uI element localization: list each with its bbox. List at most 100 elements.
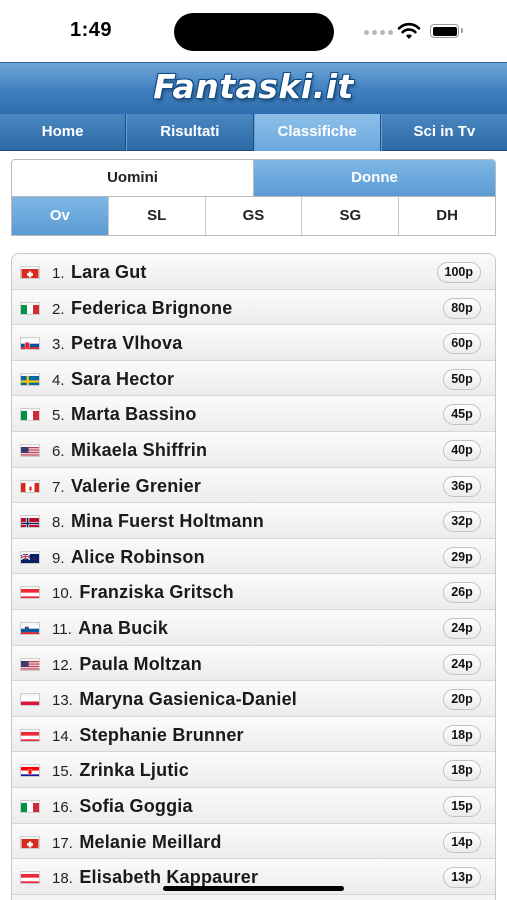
flag-norway-icon [20,515,40,529]
flag-austria-icon [20,728,40,742]
athlete-name: Ana Bucik [78,617,169,638]
main-nav: Home Risultati Classifiche Sci in Tv [0,114,507,151]
rank-position: 5. [52,407,65,425]
rank-position: 8. [52,514,65,532]
ranking-row[interactable]: 4. Sara Hector 50p [12,360,495,397]
rank-position: 3. [52,336,65,354]
athlete-name: Melanie Meillard [79,831,222,852]
rank-position: 13. [52,692,73,710]
athlete-name: Paula Moltzan [79,653,202,674]
flag-slovakia-icon [20,337,40,351]
ranking-row[interactable]: 2. Federica Brignone 80p [12,289,495,326]
points-badge: 45p [443,404,481,426]
tab-donne[interactable]: Donne [253,160,495,196]
athlete-name: Marta Bassino [70,404,197,425]
athlete-name: Sofia Goggia [79,795,193,816]
status-time: 1:49 [70,19,113,41]
points-badge: 15p [443,795,481,817]
ranking-row[interactable]: 9. Alice Robinson 29p [12,538,495,575]
ranking-row[interactable]: 5. Marta Bassino 45p [12,396,495,432]
points-badge: 100p [436,262,481,283]
athlete-name: Sara Hector [70,368,175,389]
athlete-name: Stephanie Brunner [79,724,244,745]
tab-super-g[interactable]: SG [301,197,399,235]
ranking-row[interactable]: 1. Lara Gut 100p [12,254,495,290]
athlete-name: Zrinka Ljutic [79,760,189,781]
flag-poland-icon [20,693,40,707]
points-badge: 40p [443,439,481,461]
rank-position: 7. [52,478,65,496]
flag-italy-icon [20,799,40,813]
ranking-row[interactable]: 7. Valerie Grenier 36p [12,467,495,504]
points-badge: 80p [443,297,481,319]
rank-position: 12. [52,656,73,674]
rank-position: 15. [52,763,73,781]
athlete-name: Petra Vlhova [70,333,183,354]
brand-header: Fantaski.it [0,62,507,114]
ranking-row[interactable]: 8. Mina Fuerst Holtmann 32p [12,503,495,539]
flag-switzerland-icon [20,835,40,849]
athlete-name: Valerie Grenier [70,475,202,496]
rank-position: 17. [52,834,73,852]
flag-switzerland-icon [20,266,40,279]
flag-slovenia-icon [20,621,40,635]
tab-overall[interactable]: Ov [12,197,108,235]
discipline-tabs: Ov SL GS SG DH [11,197,496,236]
points-badge: 14p [443,831,481,853]
ranking-row[interactable]: 3. Petra Vlhova 60p [12,325,495,361]
points-badge: 36p [443,475,481,497]
points-badge: 26p [443,582,481,604]
home-indicator[interactable] [163,886,344,891]
tab-slalom[interactable]: SL [107,197,205,235]
points-badge: 60p [443,333,481,355]
ranking-list: 1. Lara Gut 100p 2. Federica Brignone 80p … [11,253,496,900]
rank-position: 6. [52,442,65,460]
gender-tabs: Uomini Donne [11,159,496,197]
athlete-name: Lara Gut [70,262,147,282]
athlete-name: Alice Robinson [70,546,205,567]
ranking-row[interactable]: 14. Stephanie Brunner 18p [12,716,495,753]
flag-sweden-icon [20,372,40,386]
rank-position: 14. [52,727,73,745]
rank-position: 16. [52,798,73,816]
wifi-icon [397,22,421,39]
ranking-row[interactable]: 10. Franziska Gritsch 26p [12,574,495,610]
rank-position: 11. [52,620,72,638]
nav-home[interactable]: Home [0,114,127,151]
nav-risultati[interactable]: Risultati [126,114,254,151]
flag-canada-icon [20,479,40,493]
flag-austria-icon [20,586,40,600]
points-badge: 24p [443,617,481,639]
flag-usa-icon [20,657,40,671]
points-badge: 32p [443,511,481,533]
points-badge: 13p [443,867,481,889]
tab-uomini[interactable]: Uomini [12,160,253,196]
points-badge: 18p [443,724,481,746]
athlete-name: Mikaela Shiffrin [70,439,208,460]
ranking-row[interactable]: 6. Mikaela Shiffrin 40p [12,431,495,468]
ranking-row[interactable]: 16. Sofia Goggia 15p [12,787,495,824]
athlete-name: Mina Fuerst Holtmann [70,511,264,532]
points-badge: 20p [443,689,481,711]
ranking-row[interactable]: 13. Maryna Gasienica-Daniel 20p [12,681,495,717]
rank-position: 10. [52,585,73,603]
points-badge: 18p [443,760,481,782]
ranking-row[interactable]: 17. Melanie Meillard 14p [12,823,495,860]
tab-downhill[interactable]: DH [398,197,495,235]
ranking-row[interactable]: 15. Zrinka Ljutic 18p [12,752,495,788]
nav-classifiche[interactable]: Classifiche [253,114,381,151]
flag-croatia-icon [20,764,40,778]
flag-usa-icon [20,443,40,457]
rank-position: 4. [52,371,65,389]
flag-italy-icon [20,301,40,315]
athlete-name: Franziska Gritsch [79,582,234,603]
ranking-row[interactable]: 11. Ana Bucik 24p [12,609,495,646]
nav-sci-in-tv[interactable]: Sci in Tv [380,114,507,151]
points-badge: 24p [443,653,481,675]
fantaski-logo[interactable]: Fantaski.it [0,67,507,106]
flag-austria-icon [20,871,40,885]
rank-position: 18. [52,870,73,888]
tab-giant-slalom[interactable]: GS [204,197,302,235]
athlete-name: Elisabeth Kappaurer [79,867,259,888]
ranking-row[interactable]: 12. Paula Moltzan 24p [12,645,495,682]
